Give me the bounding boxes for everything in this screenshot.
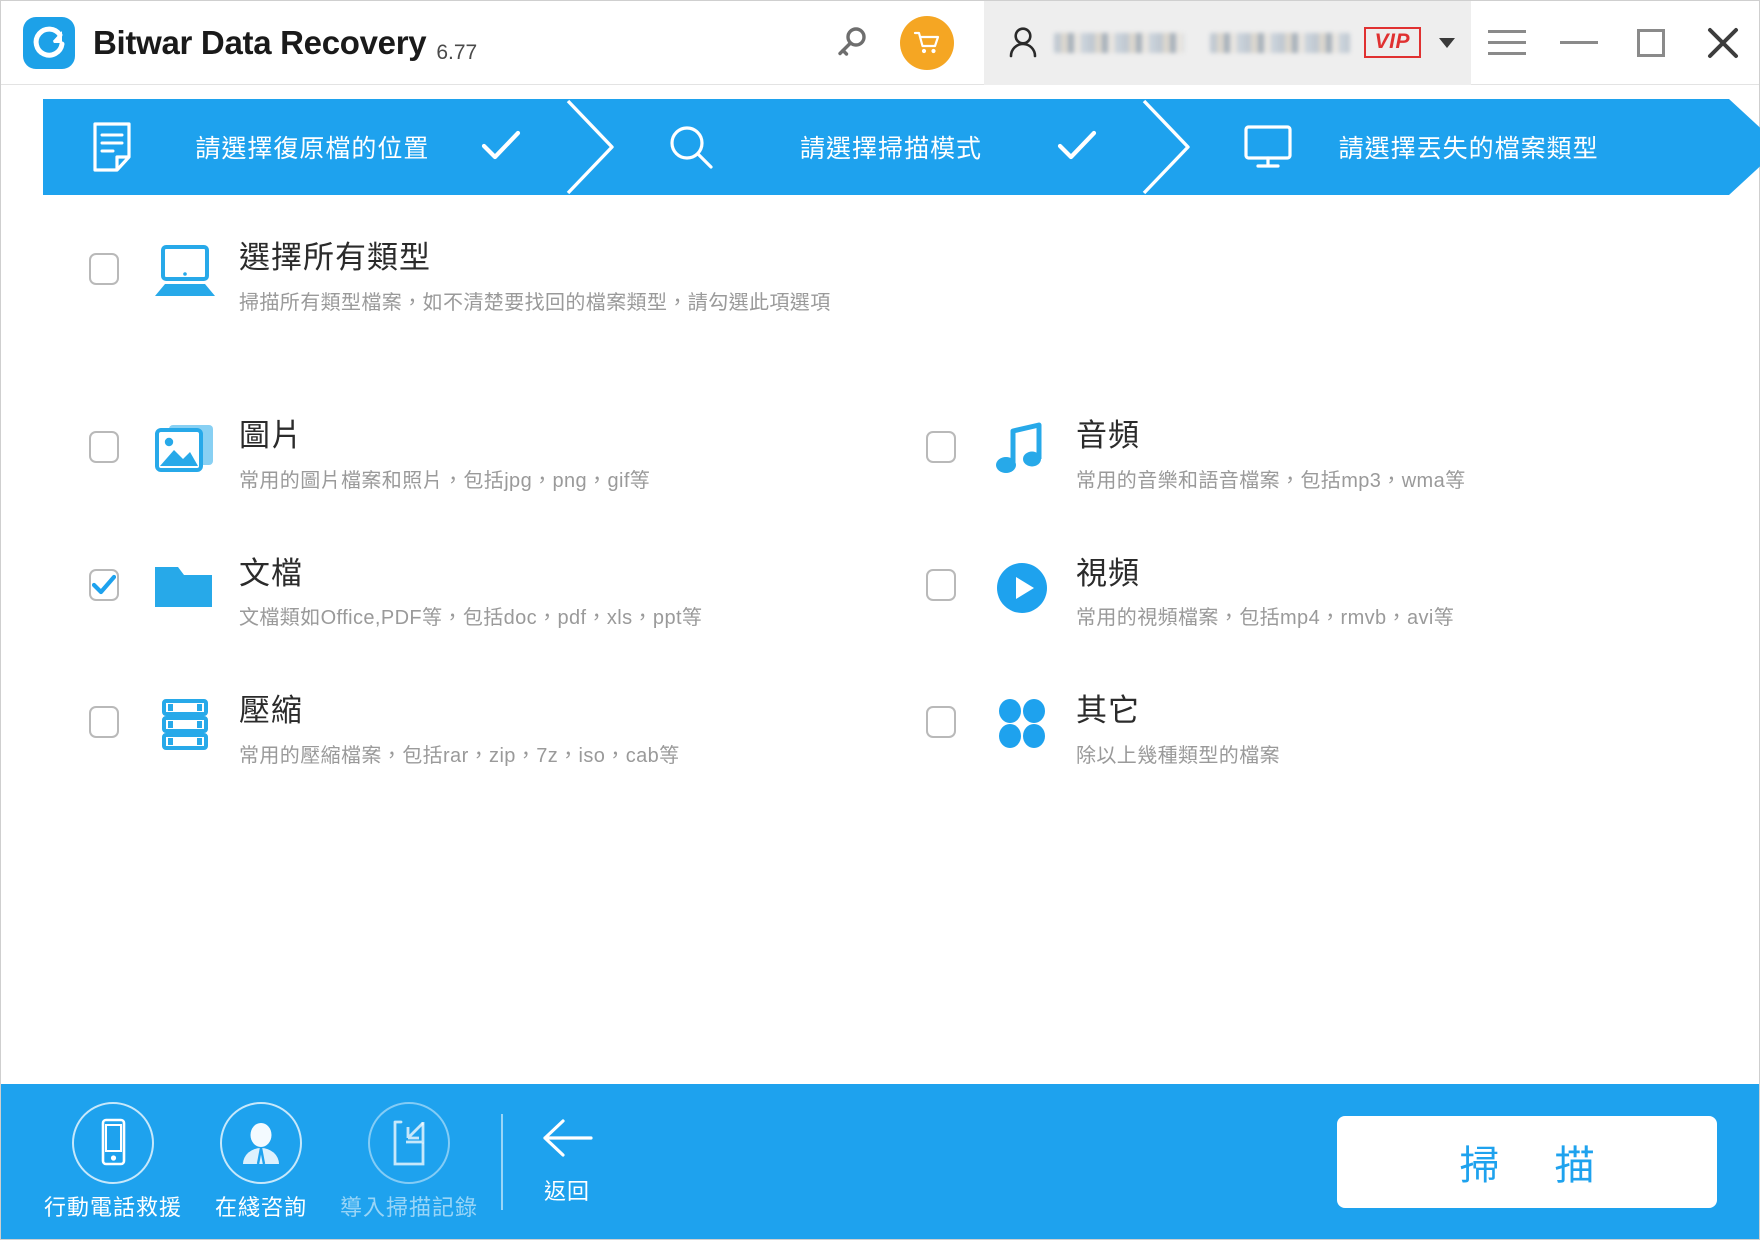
select-all-checkbox[interactable] xyxy=(89,253,119,285)
back-button[interactable]: 返回 xyxy=(539,1117,595,1206)
image-text: 圖片 常用的圖片檔案和照片，包括jpg，png，gif等 xyxy=(239,415,650,493)
vip-badge: VIP xyxy=(1363,26,1421,59)
video-checkbox[interactable] xyxy=(926,568,956,601)
play-circle-icon xyxy=(984,559,1060,617)
file-type-document[interactable]: 文檔 文檔類如Office,PDF等，包括doc，pdf，xls，ppt等 xyxy=(43,553,880,631)
online-support-button[interactable]: 在綫咨詢 xyxy=(187,1101,335,1222)
account-panel[interactable]: VIP xyxy=(983,0,1471,85)
app-window: Bitwar Data Recovery 6.77 VIP 請選擇復原檔的位置 … xyxy=(0,0,1760,1240)
window-controls xyxy=(1471,1,1759,85)
step-label: 請選擇丟失的檔案類型 xyxy=(1338,135,1599,163)
mobile-phone-icon xyxy=(72,1101,154,1184)
file-type-row-1: 圖片 常用的圖片檔案和照片，包括jpg，png，gif等 音頻 常用的音樂和語音… xyxy=(43,415,1717,493)
select-all-types[interactable]: 選擇所有類型 掃描所有類型檔案，如不清楚要找回的檔案類型，請勾選此項選項 xyxy=(43,223,1717,355)
step-bar-container: 請選擇復原檔的位置 請選擇掃描模式 請選擇丟失的檔案類型 xyxy=(1,85,1760,195)
audio-text: 音頻 常用的音樂和語音檔案，包括mp3，wma等 xyxy=(1076,415,1466,493)
other-title: 其它 xyxy=(1076,693,1140,729)
video-text: 視頻 常用的視頻檔案，包括mp4，rmvb，avi等 xyxy=(1076,553,1454,631)
archive-desc: 常用的壓縮檔案，包括rar，zip，7z，iso，cab等 xyxy=(239,745,680,767)
minimize-icon[interactable] xyxy=(1543,1,1615,85)
import-scan-log-button[interactable]: 導入掃描記錄 xyxy=(335,1101,483,1222)
video-desc: 常用的視頻檔案，包括mp4，rmvb，avi等 xyxy=(1076,607,1455,630)
archive-title: 壓縮 xyxy=(239,693,303,729)
step-bar: 請選擇復原檔的位置 請選擇掃描模式 請選擇丟失的檔案類型 xyxy=(43,99,1760,195)
search-icon xyxy=(666,122,716,172)
step-scan-mode[interactable]: 請選擇掃描模式 xyxy=(620,99,1153,195)
audio-title: 音頻 xyxy=(1076,417,1140,453)
key-icon[interactable] xyxy=(824,16,878,70)
back-label: 返回 xyxy=(543,1179,590,1204)
photo-icon xyxy=(147,421,223,475)
archive-text: 壓縮 常用的壓縮檔案，包括rar，zip，7z，iso，cab等 xyxy=(239,690,680,768)
file-type-selection-panel: 選擇所有類型 掃描所有類型檔案，如不清楚要找回的檔案類型，請勾選此項選項 圖片 xyxy=(1,195,1759,1084)
archive-checkbox[interactable] xyxy=(89,706,119,739)
mobile-rescue-button[interactable]: 行動電話救援 xyxy=(39,1101,187,1222)
app-title: Bitwar Data Recovery xyxy=(93,23,427,61)
toolbar-divider xyxy=(501,1113,503,1210)
image-title: 圖片 xyxy=(239,417,303,453)
import-scan-log-label: 導入掃描記錄 xyxy=(339,1194,478,1220)
laptop-icon xyxy=(147,243,223,299)
file-type-video[interactable]: 視頻 常用的視頻檔案，包括mp4，rmvb，avi等 xyxy=(880,553,1717,631)
step-divider xyxy=(1143,99,1196,195)
scan-button[interactable]: 掃 描 xyxy=(1337,1115,1717,1208)
shopping-cart-icon[interactable] xyxy=(899,15,954,70)
select-all-text: 選擇所有類型 掃描所有類型檔案，如不清楚要找回的檔案類型，請勾選此項選項 xyxy=(239,237,831,315)
document-title: 文檔 xyxy=(239,555,303,591)
document-text: 文檔 文檔類如Office,PDF等，包括doc，pdf，xls，ppt等 xyxy=(239,553,702,631)
file-type-archive[interactable]: 壓縮 常用的壓縮檔案，包括rar，zip，7z，iso，cab等 xyxy=(43,690,880,768)
four-dots-icon xyxy=(984,696,1060,750)
bottom-toolbar: 行動電話救援 在綫咨詢 導入掃描記錄 返回 掃 描 xyxy=(1,1084,1759,1239)
select-all-desc: 掃描所有類型檔案，如不清楚要找回的檔案類型，請勾選此項選項 xyxy=(239,291,831,314)
check-icon xyxy=(480,128,522,167)
image-desc: 常用的圖片檔案和照片，包括jpg，png，gif等 xyxy=(239,469,651,492)
monitor-icon xyxy=(1242,124,1294,170)
chevron-down-icon[interactable] xyxy=(1439,37,1455,48)
bitwar-logo-icon xyxy=(23,16,75,69)
close-icon[interactable] xyxy=(1687,1,1759,85)
other-checkbox[interactable] xyxy=(926,706,956,739)
music-note-icon xyxy=(984,421,1060,477)
hamburger-menu-icon[interactable] xyxy=(1471,1,1543,85)
file-type-other[interactable]: 其它 除以上幾種類型的檔案 xyxy=(880,690,1717,768)
app-version: 6.77 xyxy=(436,40,478,64)
document-icon xyxy=(89,121,135,173)
step-location[interactable]: 請選擇復原檔的位置 xyxy=(43,99,576,195)
check-icon xyxy=(1056,128,1098,167)
step-divider xyxy=(566,99,620,195)
other-text: 其它 除以上幾種類型的檔案 xyxy=(1076,690,1280,768)
folder-icon xyxy=(147,559,223,613)
step-label: 請選擇復原檔的位置 xyxy=(195,135,430,163)
user-avatar-icon xyxy=(1009,26,1036,57)
arrow-left-icon xyxy=(539,1117,595,1164)
archive-icon xyxy=(147,696,223,754)
step-file-type[interactable]: 請選擇丟失的檔案類型 xyxy=(1196,99,1729,195)
file-type-audio[interactable]: 音頻 常用的音樂和語音檔案，包括mp3，wma等 xyxy=(880,415,1717,493)
file-type-row-2: 文檔 文檔類如Office,PDF等，包括doc，pdf，xls，ppt等 視頻… xyxy=(43,553,1717,631)
other-desc: 除以上幾種類型的檔案 xyxy=(1076,745,1280,767)
username-masked xyxy=(1053,32,1350,53)
image-checkbox[interactable] xyxy=(89,430,119,463)
document-checkbox[interactable] xyxy=(89,568,119,601)
document-desc: 文檔類如Office,PDF等，包括doc，pdf，xls，ppt等 xyxy=(239,607,703,630)
maximize-icon[interactable] xyxy=(1615,1,1687,85)
audio-checkbox[interactable] xyxy=(926,430,956,463)
video-title: 視頻 xyxy=(1076,555,1140,591)
file-type-image[interactable]: 圖片 常用的圖片檔案和照片，包括jpg，png，gif等 xyxy=(43,415,880,493)
logo-area: Bitwar Data Recovery 6.77 xyxy=(23,16,478,69)
step-label: 請選擇掃描模式 xyxy=(800,135,983,163)
mobile-rescue-label: 行動電話救援 xyxy=(43,1194,182,1220)
import-file-icon xyxy=(368,1101,450,1184)
file-type-row-3: 壓縮 常用的壓縮檔案，包括rar，zip，7z，iso，cab等 其它 除以上幾… xyxy=(43,690,1717,768)
online-support-label: 在綫咨詢 xyxy=(214,1194,307,1220)
audio-desc: 常用的音樂和語音檔案，包括mp3，wma等 xyxy=(1076,469,1466,492)
select-all-title: 選擇所有類型 xyxy=(239,240,431,275)
support-agent-icon xyxy=(220,1101,302,1184)
title-bar: Bitwar Data Recovery 6.77 VIP xyxy=(1,0,1759,85)
